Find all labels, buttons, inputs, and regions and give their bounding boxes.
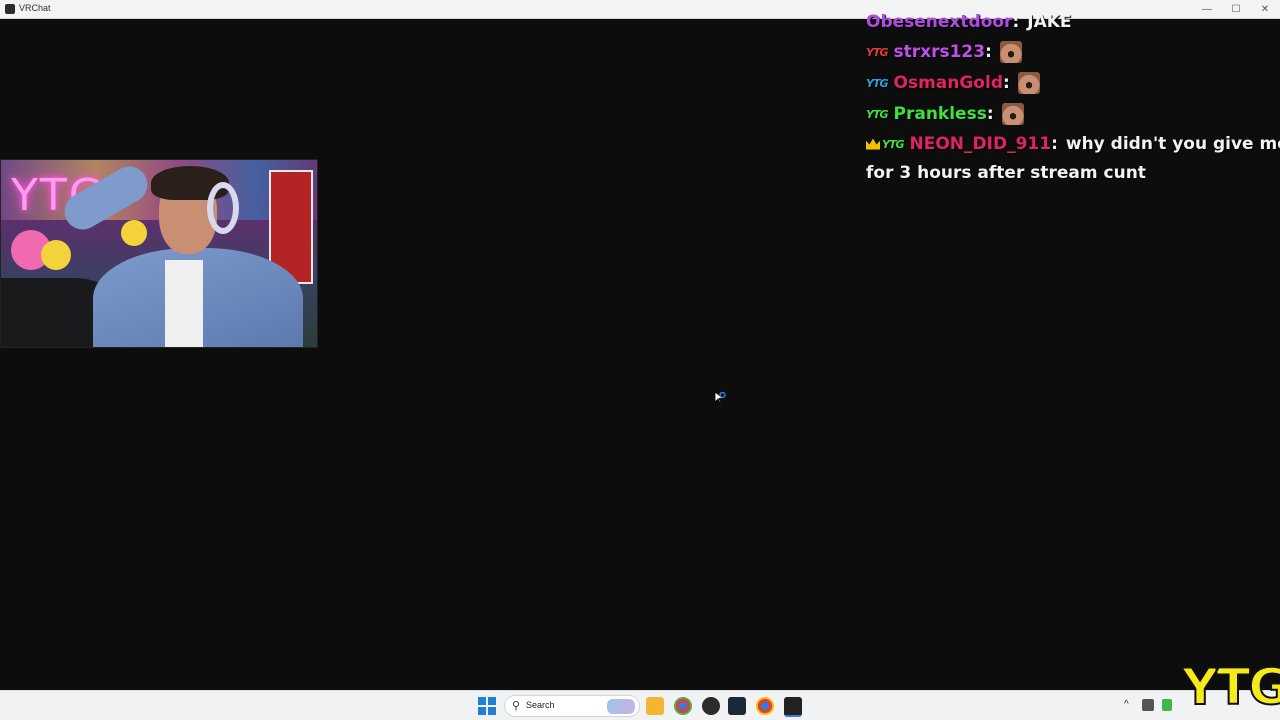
chrome-icon[interactable] xyxy=(674,697,692,715)
plush-toy xyxy=(41,240,71,270)
maximize-button[interactable]: ☐ xyxy=(1221,0,1251,18)
tray-app-icon[interactable] xyxy=(1142,699,1154,711)
ytg-badge-icon: YTG xyxy=(866,107,888,121)
search-label: Search xyxy=(526,700,555,710)
chat-username: strxrs123 xyxy=(893,42,986,62)
chat-message-continuation: for 3 hours after stream cunt xyxy=(866,163,1146,183)
windows-start-icon[interactable] xyxy=(478,697,496,715)
game-viewport[interactable] xyxy=(0,19,1280,690)
chat-username: NEON_DID_911 xyxy=(909,134,1052,154)
ytg-badge-icon: YTG xyxy=(866,76,888,90)
emote-icon xyxy=(999,41,1022,63)
vrchat-taskbar-icon[interactable] xyxy=(784,697,802,717)
tray-mic-icon[interactable] xyxy=(1162,699,1172,711)
chat-message: YTG NEON_DID_911: why didn't you give me xyxy=(866,134,1280,154)
webcam-overlay: YTG xyxy=(0,159,318,348)
chrome-profile-icon[interactable] xyxy=(756,697,774,715)
vrchat-app-icon xyxy=(5,4,15,14)
search-highlight-icon xyxy=(607,699,635,714)
busy-cursor-icon xyxy=(714,391,726,404)
headset-icon xyxy=(207,182,239,234)
tray-overflow-icon[interactable]: ^ xyxy=(1124,699,1129,710)
chat-message: YTG OsmanGold: xyxy=(866,72,1040,94)
ytg-badge-icon: YTG xyxy=(866,45,888,59)
chat-username: Prankless xyxy=(893,104,987,124)
chat-text: why didn't you give me xyxy=(1065,134,1280,154)
emote-icon xyxy=(1001,103,1024,125)
obs-icon[interactable] xyxy=(702,697,720,715)
ytg-watermark-logo: YTG xyxy=(1181,657,1280,717)
ytg-badge-icon: YTG xyxy=(882,137,904,151)
chat-message: Obesenextdoor: JAKE xyxy=(866,12,1072,32)
chat-text: JAKE xyxy=(1027,12,1072,32)
window-title: VRChat xyxy=(19,3,51,13)
chat-username: Obesenextdoor xyxy=(866,12,1013,32)
search-icon: ⚲ xyxy=(512,700,521,712)
chat-message: YTG Prankless: xyxy=(866,103,1024,125)
minimize-button[interactable]: — xyxy=(1192,0,1222,18)
emote-icon xyxy=(1017,72,1040,94)
plush-toy xyxy=(121,220,147,246)
chat-text: for 3 hours after stream cunt xyxy=(866,163,1146,183)
file-explorer-icon[interactable] xyxy=(646,697,664,715)
chat-message: YTG strxrs123: xyxy=(866,41,1022,63)
chat-username: OsmanGold xyxy=(893,73,1004,93)
taskbar-search[interactable]: ⚲ Search xyxy=(504,695,640,717)
close-button[interactable]: ✕ xyxy=(1250,0,1280,18)
crown-icon xyxy=(866,138,880,150)
streamer-tee xyxy=(165,260,203,347)
windows-taskbar: ⚲ Search ^ xyxy=(0,690,1280,720)
window-titlebar: VRChat — ☐ ✕ xyxy=(0,0,1280,19)
steam-icon[interactable] xyxy=(728,697,746,715)
